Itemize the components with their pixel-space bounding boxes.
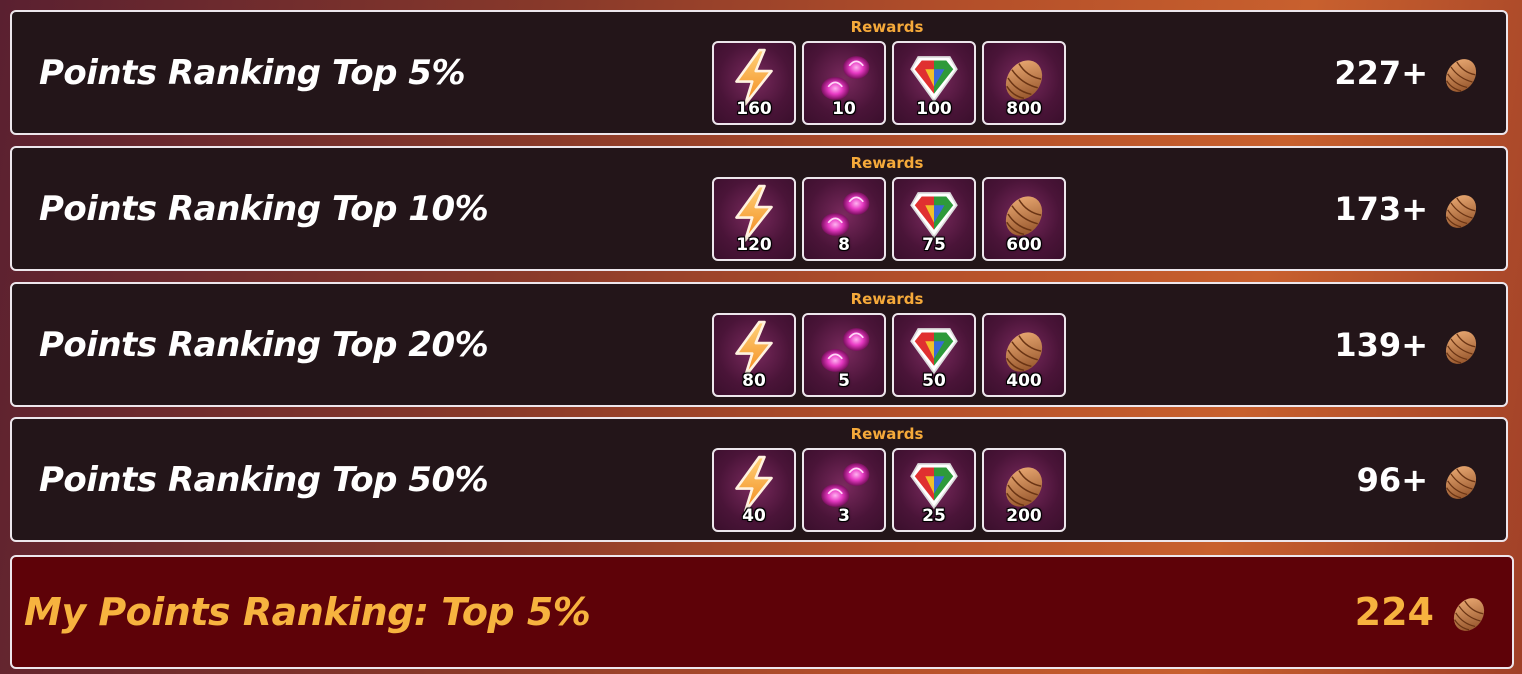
- reward-slots: 160 10 100 800: [712, 41, 1066, 125]
- tier-title: Points Ranking Top 10%: [39, 188, 489, 229]
- reward-slot[interactable]: 800: [982, 41, 1066, 125]
- pinecone-icon: [1444, 587, 1494, 637]
- reward-slot[interactable]: 3: [802, 448, 886, 532]
- ranking-tier-row: Points Ranking Top 20% Rewards 80 5 50 400 139…: [10, 282, 1508, 407]
- reward-slot[interactable]: 75: [892, 177, 976, 261]
- tier-threshold: 173+: [1334, 148, 1486, 269]
- reward-quantity: 120: [736, 235, 772, 255]
- reward-slot[interactable]: 200: [982, 448, 1066, 532]
- rewards-label: Rewards: [850, 290, 924, 308]
- reward-slot[interactable]: 25: [892, 448, 976, 532]
- threshold-value: 227+: [1334, 53, 1428, 92]
- reward-slot[interactable]: 40: [712, 448, 796, 532]
- tier-title: Points Ranking Top 5%: [39, 52, 466, 93]
- reward-quantity: 8: [838, 235, 850, 255]
- reward-slots: 120 8 75 600: [712, 177, 1066, 261]
- threshold-value: 96+: [1356, 460, 1428, 499]
- reward-quantity: 75: [922, 235, 946, 255]
- reward-slot[interactable]: 600: [982, 177, 1066, 261]
- my-score-value: 224: [1354, 590, 1434, 634]
- reward-quantity: 160: [736, 99, 772, 119]
- reward-quantity: 10: [832, 99, 856, 119]
- tier-title: Points Ranking Top 50%: [39, 459, 489, 500]
- threshold-value: 173+: [1334, 189, 1428, 228]
- reward-quantity: 600: [1006, 235, 1042, 255]
- tier-threshold: 227+: [1334, 12, 1486, 133]
- tier-title: Points Ranking Top 20%: [39, 324, 489, 365]
- pinecone-icon: [1436, 184, 1486, 234]
- tier-threshold: 139+: [1334, 284, 1486, 405]
- reward-slots: 40 3 25 200: [712, 448, 1066, 532]
- reward-quantity: 400: [1006, 371, 1042, 391]
- reward-slot[interactable]: 5: [802, 313, 886, 397]
- reward-slot[interactable]: 400: [982, 313, 1066, 397]
- pinecone-icon: [1436, 455, 1486, 505]
- tier-threshold: 96+: [1357, 419, 1486, 540]
- reward-quantity: 80: [742, 371, 766, 391]
- reward-quantity: 200: [1006, 506, 1042, 526]
- my-ranking-title: My Points Ranking: Top 5%: [24, 590, 591, 634]
- reward-slot[interactable]: 160: [712, 41, 796, 125]
- reward-slot[interactable]: 120: [712, 177, 796, 261]
- reward-slot[interactable]: 10: [802, 41, 886, 125]
- my-ranking-row: My Points Ranking: Top 5% 224: [10, 555, 1514, 669]
- reward-slot[interactable]: 100: [892, 41, 976, 125]
- ranking-tier-row: Points Ranking Top 10% Rewards 120 8 75 600 17…: [10, 146, 1508, 271]
- reward-slots: 80 5 50 400: [712, 313, 1066, 397]
- reward-quantity: 800: [1006, 99, 1042, 119]
- threshold-value: 139+: [1334, 325, 1428, 364]
- rewards-label: Rewards: [850, 18, 924, 36]
- reward-quantity: 5: [838, 371, 850, 391]
- reward-slot[interactable]: 80: [712, 313, 796, 397]
- rewards-label: Rewards: [850, 154, 924, 172]
- reward-quantity: 40: [742, 506, 766, 526]
- reward-quantity: 50: [922, 371, 946, 391]
- reward-slot[interactable]: 8: [802, 177, 886, 261]
- ranking-tier-row: Points Ranking Top 50% Rewards 40 3 25 200 96+: [10, 417, 1508, 542]
- pinecone-icon: [1436, 320, 1486, 370]
- reward-slot[interactable]: 50: [892, 313, 976, 397]
- ranking-tier-row: Points Ranking Top 5% Rewards 160 10 100 800 2…: [10, 10, 1508, 135]
- my-ranking-score: 224: [1355, 557, 1494, 667]
- reward-quantity: 25: [922, 506, 946, 526]
- reward-quantity: 100: [916, 99, 952, 119]
- reward-quantity: 3: [838, 506, 850, 526]
- pinecone-icon: [1436, 48, 1486, 98]
- rewards-label: Rewards: [850, 425, 924, 443]
